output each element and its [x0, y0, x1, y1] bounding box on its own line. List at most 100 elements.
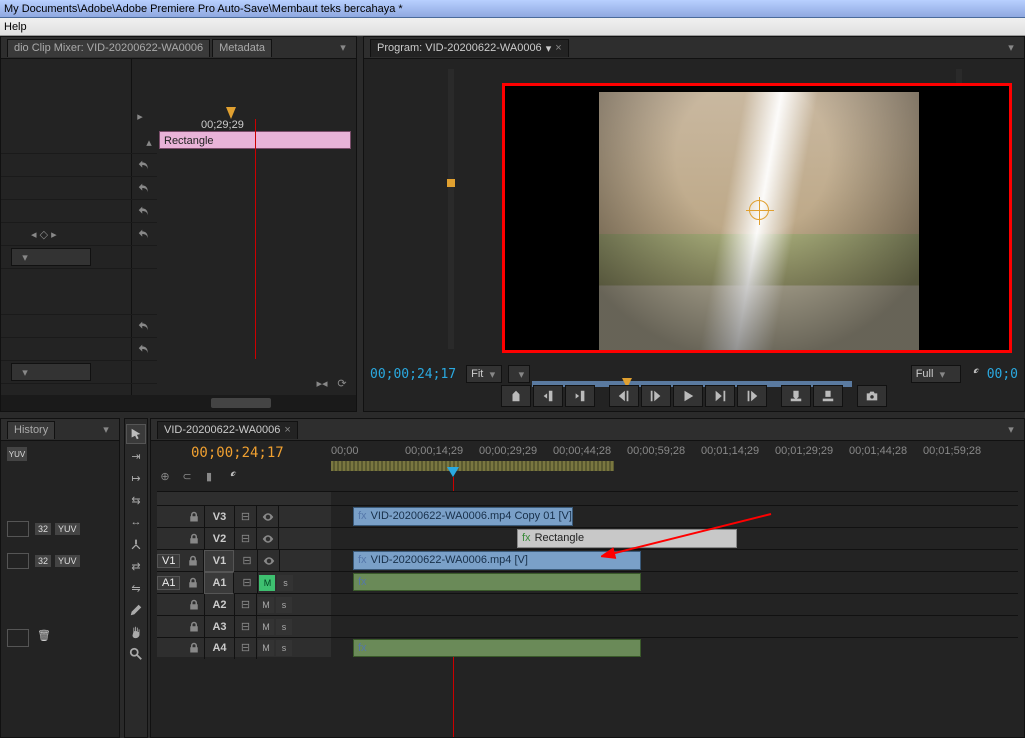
eye-icon[interactable] [257, 528, 279, 550]
lock-icon[interactable] [182, 550, 204, 572]
reset-icon[interactable] [137, 204, 151, 218]
fx-icon[interactable]: ⊟ [235, 594, 257, 616]
pen-tool[interactable] [126, 600, 146, 620]
panel-menu-icon[interactable]: ▾ [1004, 423, 1018, 436]
safe-margin-handle[interactable] [447, 179, 455, 187]
mute-button[interactable]: M [258, 640, 274, 656]
solo-button[interactable]: s [276, 640, 292, 656]
yuv-icon[interactable]: YUV [7, 447, 27, 461]
timeline-timecode[interactable]: 00;00;24;17 [191, 445, 284, 461]
lock-icon[interactable] [183, 528, 205, 550]
keyframe-nav[interactable]: ◂ ◇ ▸ [31, 228, 57, 241]
hand-tool[interactable] [126, 622, 146, 642]
settings-icon[interactable] [223, 468, 239, 484]
time-ruler[interactable]: 00;00 00;00;14;29 00;00;29;29 00;00;44;2… [331, 445, 1018, 461]
effect-playhead[interactable] [255, 119, 256, 359]
lock-icon[interactable] [183, 506, 205, 528]
rate-stretch-tool[interactable]: ↔ [126, 512, 146, 532]
fx-icon[interactable]: ⊟ [235, 506, 257, 528]
lock-icon[interactable] [183, 616, 205, 638]
track-label[interactable]: V1 [204, 550, 234, 572]
zoom-tool[interactable] [126, 644, 146, 664]
mark-in-button[interactable] [533, 385, 563, 407]
lock-icon[interactable] [182, 572, 204, 594]
lift-button[interactable] [781, 385, 811, 407]
rolling-edit-tool[interactable]: ⇆ [126, 490, 146, 510]
eye-icon[interactable] [257, 506, 279, 528]
work-area-bar[interactable] [331, 461, 614, 471]
eye-icon[interactable] [258, 550, 280, 572]
playhead-toggle-icon[interactable]: ▸ [133, 109, 147, 123]
go-to-in-button[interactable] [609, 385, 639, 407]
go-to-out-button[interactable] [737, 385, 767, 407]
resolution-dropdown[interactable]: Full▾ [911, 365, 961, 383]
new-bin-icon[interactable] [7, 629, 29, 647]
toggle-anim-icon[interactable]: ▸◂ [314, 375, 330, 391]
reset-icon[interactable] [137, 342, 151, 356]
marker-icon[interactable]: ▮ [201, 468, 217, 484]
program-viewport[interactable] [502, 83, 1012, 353]
tab-history[interactable]: History [7, 421, 55, 439]
zoom-fit-dropdown[interactable]: Fit▾ [466, 365, 502, 383]
video-clip[interactable]: fxVID-20200622-WA0006.mp4 [V] [353, 551, 641, 570]
reset-icon[interactable] [137, 227, 151, 241]
mute-button[interactable]: M [259, 575, 275, 591]
razor-tool[interactable] [126, 534, 146, 554]
blend-dropdown[interactable]: ▾ [11, 248, 91, 266]
fx-icon[interactable]: ⊟ [235, 616, 257, 638]
add-marker-button[interactable] [501, 385, 531, 407]
menu-help[interactable]: Help [4, 21, 27, 33]
preset-icon[interactable] [7, 521, 29, 537]
tab-metadata[interactable]: Metadata [212, 39, 272, 57]
video-clip[interactable]: fxVID-20200622-WA0006.mp4 Copy 01 [V] [353, 507, 573, 526]
horizontal-scrollbar[interactable]: ▸◂ ⟳ [1, 395, 356, 411]
fx-icon[interactable]: ⊟ [235, 637, 257, 659]
tab-program[interactable]: Program: VID-20200622-WA0006▾× [370, 39, 569, 57]
track-label[interactable]: A4 [205, 637, 235, 659]
anchor-point-icon[interactable] [749, 200, 769, 220]
linked-sel-icon[interactable]: ⊂ [179, 468, 195, 484]
settings-icon[interactable] [967, 366, 981, 383]
track-label[interactable]: V3 [205, 506, 235, 528]
slip-tool[interactable]: ⇄ [126, 556, 146, 576]
tab-sequence[interactable]: VID-20200622-WA0006× [157, 421, 298, 439]
collapse-icon[interactable]: ▴ [141, 134, 157, 150]
step-forward-button[interactable] [705, 385, 735, 407]
preset-icon[interactable] [7, 553, 29, 569]
fx-icon[interactable]: ⊟ [236, 550, 258, 572]
track-label[interactable]: A2 [205, 594, 235, 616]
step-back-button[interactable] [641, 385, 671, 407]
solo-button[interactable]: s [276, 597, 292, 613]
out-timecode[interactable]: 00;0 [987, 367, 1018, 382]
source-patch[interactable]: A1 [157, 576, 180, 590]
extract-button[interactable] [813, 385, 843, 407]
loop-icon[interactable]: ⟳ [334, 375, 350, 391]
close-icon[interactable]: × [555, 42, 561, 54]
view-dropdown[interactable]: ▾ [508, 365, 530, 383]
ripple-edit-tool[interactable]: ↦ [126, 468, 146, 488]
menu-bar[interactable]: Help [0, 18, 1025, 36]
reset-icon[interactable] [137, 181, 151, 195]
solo-button[interactable]: s [276, 619, 292, 635]
tab-clip-mixer[interactable]: dio Clip Mixer: VID-20200622-WA0006 [7, 39, 210, 57]
mute-button[interactable]: M [258, 619, 274, 635]
export-frame-button[interactable] [857, 385, 887, 407]
selection-tool[interactable] [126, 424, 146, 444]
audio-clip[interactable]: fx [353, 573, 641, 591]
fx-icon[interactable]: ⊟ [235, 528, 257, 550]
source-patch[interactable]: V1 [157, 554, 180, 568]
track-label[interactable]: V2 [205, 528, 235, 550]
play-button[interactable] [673, 385, 703, 407]
panel-menu-icon[interactable]: ▾ [336, 41, 350, 54]
time-dropdown[interactable]: ▾ [11, 363, 91, 381]
lock-icon[interactable] [183, 594, 205, 616]
reset-icon[interactable] [137, 158, 151, 172]
track-label[interactable]: A1 [204, 572, 234, 594]
fx-icon[interactable]: ⊟ [236, 572, 258, 594]
close-icon[interactable]: × [284, 424, 290, 436]
snap-icon[interactable]: ⊕ [157, 468, 173, 484]
reset-icon[interactable] [137, 319, 151, 333]
panel-menu-icon[interactable]: ▾ [99, 423, 113, 436]
audio-clip[interactable]: fx [353, 639, 641, 657]
program-timecode[interactable]: 00;00;24;17 [370, 367, 456, 382]
